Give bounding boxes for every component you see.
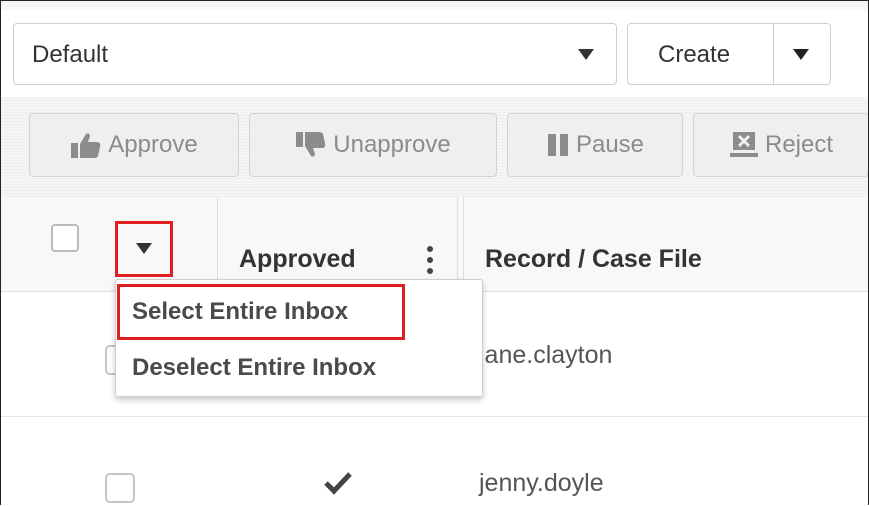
action-toolbar: Approve Unapprove Pause Reject <box>1 97 868 197</box>
approve-button[interactable]: Approve <box>29 113 239 177</box>
pause-button[interactable]: Pause <box>507 113 683 177</box>
record-cell[interactable]: jane.clayton <box>479 341 612 370</box>
caret-down-icon <box>136 243 152 254</box>
split-divider <box>773 24 774 84</box>
column-divider <box>217 197 218 291</box>
thumbs-down-icon <box>295 131 327 159</box>
pause-icon <box>546 132 570 158</box>
view-select[interactable]: Default <box>13 23 617 85</box>
unapprove-button[interactable]: Unapprove <box>249 113 497 177</box>
create-button[interactable]: Create <box>658 41 730 69</box>
column-divider <box>457 197 458 291</box>
reject-icon <box>729 131 759 159</box>
thumbs-up-icon <box>70 131 102 159</box>
select-menu-toggle[interactable] <box>115 221 173 277</box>
chevron-down-icon <box>578 48 594 66</box>
column-divider <box>463 197 464 291</box>
view-select-value: Default <box>32 41 109 68</box>
record-cell[interactable]: jenny.doyle <box>479 469 604 498</box>
table-row[interactable]: jenny.doyle <box>1 417 868 505</box>
highlight-annotation <box>117 284 405 340</box>
top-strip <box>1 1 868 11</box>
approve-label: Approve <box>108 131 198 158</box>
create-options-chevron-icon[interactable] <box>793 48 809 66</box>
row-checkbox[interactable] <box>105 473 135 503</box>
create-split-button: Create <box>627 23 831 85</box>
record-column-header[interactable]: Record / Case File <box>485 245 702 274</box>
deselect-entire-inbox-item[interactable]: Deselect Entire Inbox <box>132 354 376 382</box>
inbox-panel: Default Create Approve Unapprove Pause R… <box>0 0 869 505</box>
column-menu-icon[interactable] <box>425 246 435 276</box>
pause-label: Pause <box>575 131 645 158</box>
select-all-checkbox[interactable] <box>51 224 79 252</box>
reject-label: Reject <box>764 131 834 158</box>
approved-check-icon <box>323 471 353 500</box>
unapprove-label: Unapprove <box>333 131 451 158</box>
reject-button[interactable]: Reject <box>693 113 868 177</box>
approved-column-header[interactable]: Approved <box>239 245 356 274</box>
